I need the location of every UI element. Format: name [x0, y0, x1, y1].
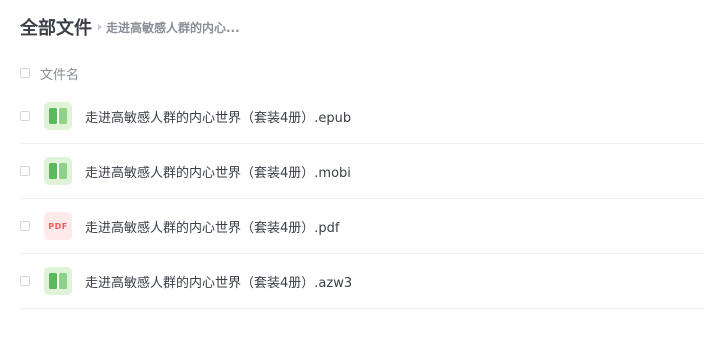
breadcrumb-root-link[interactable]: 全部文件 — [20, 14, 92, 40]
breadcrumb: 全部文件 走进高敏感人群的内心... — [20, 14, 240, 40]
file-name[interactable]: 走进高敏感人群的内心世界（套装4册）.pdf — [85, 217, 339, 236]
file-list: 走进高敏感人群的内心世界（套装4册）.epub 走进高敏感人群的内心世界（套装4… — [20, 89, 704, 309]
file-name[interactable]: 走进高敏感人群的内心世界（套装4册）.mobi — [85, 162, 351, 181]
book-icon — [44, 157, 72, 185]
file-name[interactable]: 走进高敏感人群的内心世界（套装4册）.azw3 — [85, 272, 352, 291]
file-name[interactable]: 走进高敏感人群的内心世界（套装4册）.epub — [85, 107, 351, 126]
breadcrumb-current-folder: 走进高敏感人群的内心... — [106, 20, 240, 35]
book-icon — [44, 102, 72, 130]
file-checkbox[interactable] — [20, 111, 30, 121]
file-checkbox[interactable] — [20, 221, 30, 231]
breadcrumb-separator-icon — [98, 24, 102, 30]
file-list-header: 文件名 — [20, 64, 79, 83]
pdf-icon-label: PDF — [48, 221, 68, 231]
book-icon — [44, 267, 72, 295]
file-row[interactable]: PDF 走进高敏感人群的内心世界（套装4册）.pdf — [20, 199, 704, 254]
column-header-filename[interactable]: 文件名 — [40, 64, 79, 83]
pdf-icon: PDF — [44, 212, 72, 240]
file-row[interactable]: 走进高敏感人群的内心世界（套装4册）.epub — [20, 89, 704, 144]
file-checkbox[interactable] — [20, 276, 30, 286]
select-all-checkbox[interactable] — [20, 68, 30, 78]
file-checkbox[interactable] — [20, 166, 30, 176]
file-row[interactable]: 走进高敏感人群的内心世界（套装4册）.azw3 — [20, 254, 704, 309]
file-row[interactable]: 走进高敏感人群的内心世界（套装4册）.mobi — [20, 144, 704, 199]
